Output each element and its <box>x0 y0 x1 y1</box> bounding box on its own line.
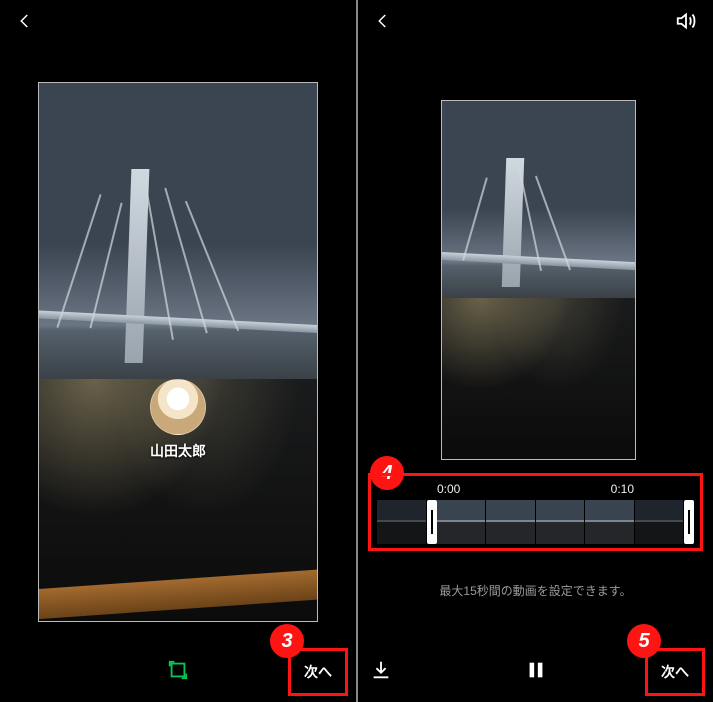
video-preview[interactable]: 山田太郎 <box>38 82 318 622</box>
next-button-label: 次へ <box>661 662 689 682</box>
next-button-label: 次へ <box>304 662 332 682</box>
trim-thumb <box>585 500 635 544</box>
annotation-callout-5: 5 <box>627 624 661 658</box>
crop-icon[interactable] <box>167 659 189 686</box>
left-phone-screen: 山田太郎 次へ 3 <box>0 0 356 702</box>
next-button[interactable]: 次へ <box>645 648 705 696</box>
trim-time-row: 0:00 0:10 <box>377 482 694 500</box>
back-icon[interactable] <box>16 12 34 35</box>
pause-icon[interactable] <box>525 659 547 686</box>
annotation-callout-3: 3 <box>270 624 304 658</box>
trim-thumb <box>437 500 487 544</box>
avatar <box>150 379 206 435</box>
trim-thumb <box>536 500 586 544</box>
right-phone-screen: 4 0:00 0:10 最大15秒間の動画を設定できます。 次へ 5 <box>356 0 713 702</box>
back-icon[interactable] <box>374 12 392 35</box>
bridge-graphic <box>38 255 318 363</box>
left-topbar <box>0 0 356 46</box>
trim-thumb <box>635 500 685 544</box>
bridge-graphic <box>441 216 636 288</box>
right-topbar <box>358 0 713 46</box>
profile-name: 山田太郎 <box>150 441 206 461</box>
trim-thumb <box>377 500 427 544</box>
trim-panel: 0:00 0:10 <box>368 473 703 551</box>
sound-icon[interactable] <box>675 10 697 37</box>
trim-thumb <box>486 500 536 544</box>
trim-start-time: 0:00 <box>437 482 460 496</box>
trim-track[interactable] <box>377 500 694 544</box>
next-button[interactable]: 次へ <box>288 648 348 696</box>
profile-overlay: 山田太郎 <box>150 379 206 461</box>
trim-handle-end[interactable] <box>684 500 694 544</box>
trim-handle-start[interactable] <box>427 500 437 544</box>
water-graphic <box>442 298 635 459</box>
trim-note: 最大15秒間の動画を設定できます。 <box>358 582 713 599</box>
download-icon[interactable] <box>370 659 392 686</box>
trim-end-time: 0:10 <box>611 482 634 496</box>
video-preview-small[interactable] <box>441 100 636 460</box>
